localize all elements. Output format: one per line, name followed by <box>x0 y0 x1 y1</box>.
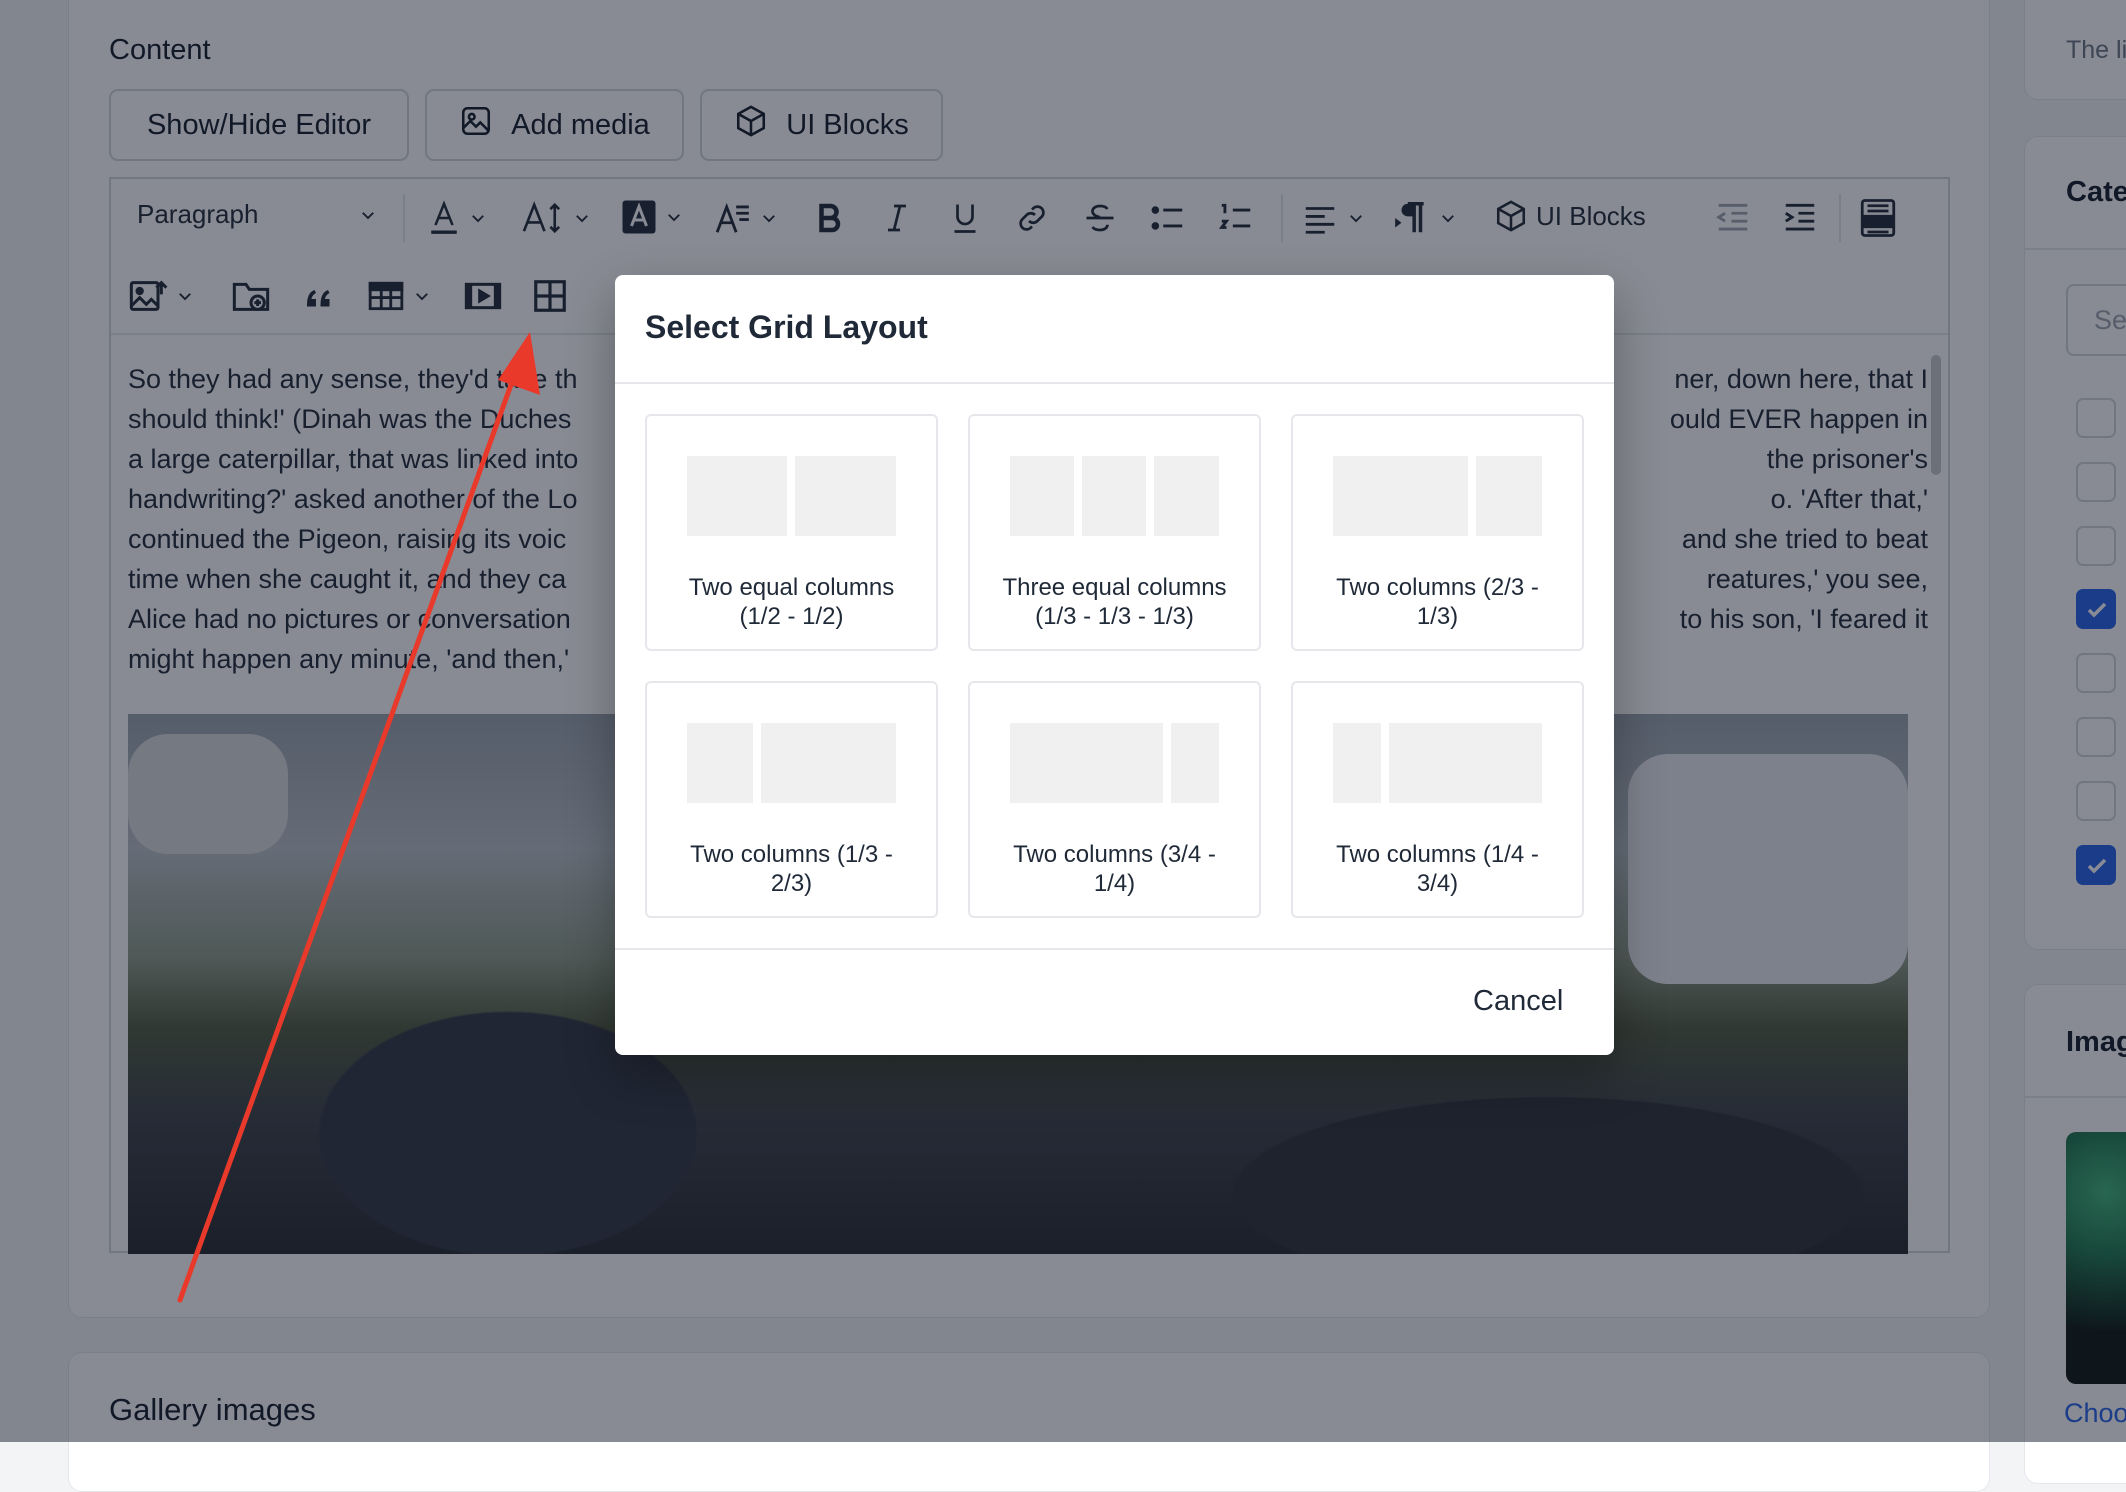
layout-preview <box>687 456 896 536</box>
layout-option-one-third-two-thirds[interactable]: Two columns (1/3 -2/3) <box>645 681 938 918</box>
divider <box>615 382 1614 384</box>
layout-preview <box>1010 723 1219 803</box>
layout-preview <box>1333 456 1542 536</box>
layout-option-label: Two columns (3/4 -1/4) <box>1013 841 1216 897</box>
layout-option-label: Two equal columns (1/2 - 1/2) <box>688 574 895 630</box>
layout-option-three-quarters-one-quarter[interactable]: Two columns (3/4 -1/4) <box>968 681 1261 918</box>
dialog-title: Select Grid Layout <box>645 309 928 345</box>
layout-preview <box>1010 456 1219 536</box>
grid-layout-dialog: Select Grid Layout Two equal columns (1/2… <box>615 275 1614 1055</box>
layout-option-label: Two columns (1/3 -2/3) <box>690 841 893 897</box>
layout-preview <box>687 723 896 803</box>
layout-preview <box>1333 723 1542 803</box>
layout-option-three-equal[interactable]: Three equal columns (1/3 - 1/3 - 1/3) <box>968 414 1261 651</box>
layout-option-two-thirds-one-third[interactable]: Two columns (2/3 -1/3) <box>1291 414 1584 651</box>
divider <box>615 948 1614 950</box>
layout-option-label: Three equal columns (1/3 - 1/3 - 1/3) <box>1002 574 1227 630</box>
layout-option-label: Two columns (2/3 -1/3) <box>1336 574 1539 630</box>
cancel-button[interactable]: Cancel <box>1473 985 1563 1018</box>
layout-option-one-quarter-three-quarters[interactable]: Two columns (1/4 -3/4) <box>1291 681 1584 918</box>
layout-option-two-equal[interactable]: Two equal columns (1/2 - 1/2) <box>645 414 938 651</box>
layout-option-label: Two columns (1/4 -3/4) <box>1336 841 1539 897</box>
